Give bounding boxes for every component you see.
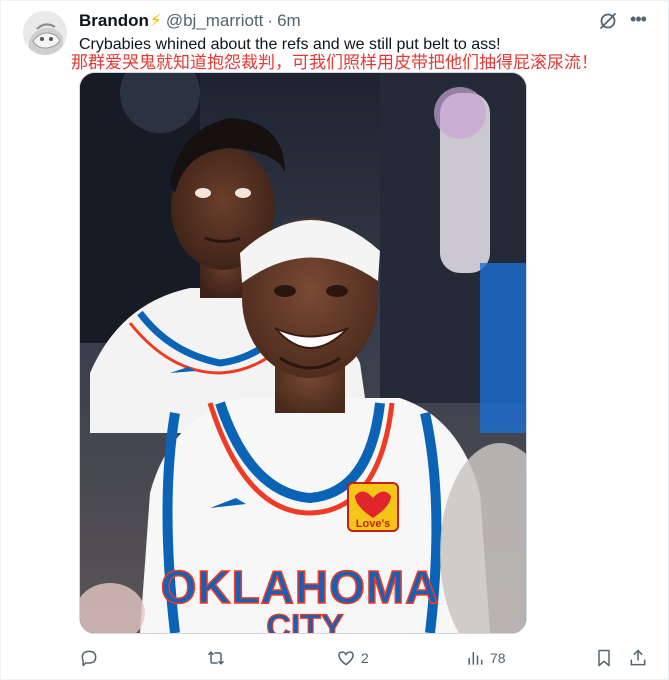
avatar-image [23,11,67,55]
share-button[interactable] [628,645,648,671]
share-icon [630,649,646,666]
views-icon [468,652,483,665]
lightning-badge-icon: ⚡ [149,11,162,30]
tweet-card[interactable]: Brandon ⚡ @bj_marriott · 6m ••• Crybabie… [0,0,669,680]
like-icon [338,651,354,666]
grok-icon[interactable] [598,11,618,31]
sponsor-patch-text: Love's [356,518,390,530]
retweet-button[interactable] [206,645,231,671]
author-handle[interactable]: @bj_marriott [166,11,264,31]
bookmark-button[interactable] [594,645,614,671]
like-count: 2 [361,650,369,666]
like-button[interactable]: 2 [336,645,369,671]
avatar[interactable] [23,11,67,55]
author-name[interactable]: Brandon [79,11,149,31]
views-count: 78 [490,650,506,666]
more-icon[interactable]: ••• [628,9,648,29]
jersey-text-city: CITY [266,608,344,633]
tweet-header: Brandon ⚡ @bj_marriott · 6m [79,9,301,33]
tweet-photo[interactable]: Love's OKLAHOMA CITY [79,72,527,634]
timestamp[interactable]: 6m [277,11,301,31]
views-button[interactable]: 78 [465,645,506,671]
jersey-text-front: OKLAHOMA [161,561,440,613]
separator-dot: · [267,11,274,30]
reply-icon [81,650,97,667]
photo-basketball-players: Love's OKLAHOMA CITY [80,73,526,633]
tweet-actions: 2 78 [1,645,669,671]
retweet-icon [207,651,225,665]
bookmark-icon [598,649,610,667]
reply-button[interactable] [79,645,104,671]
tweet-translation: 那群爱哭鬼就知道抱怨裁判，可我们照样用皮带把他们抽得屁滚尿流！ [71,53,598,72]
